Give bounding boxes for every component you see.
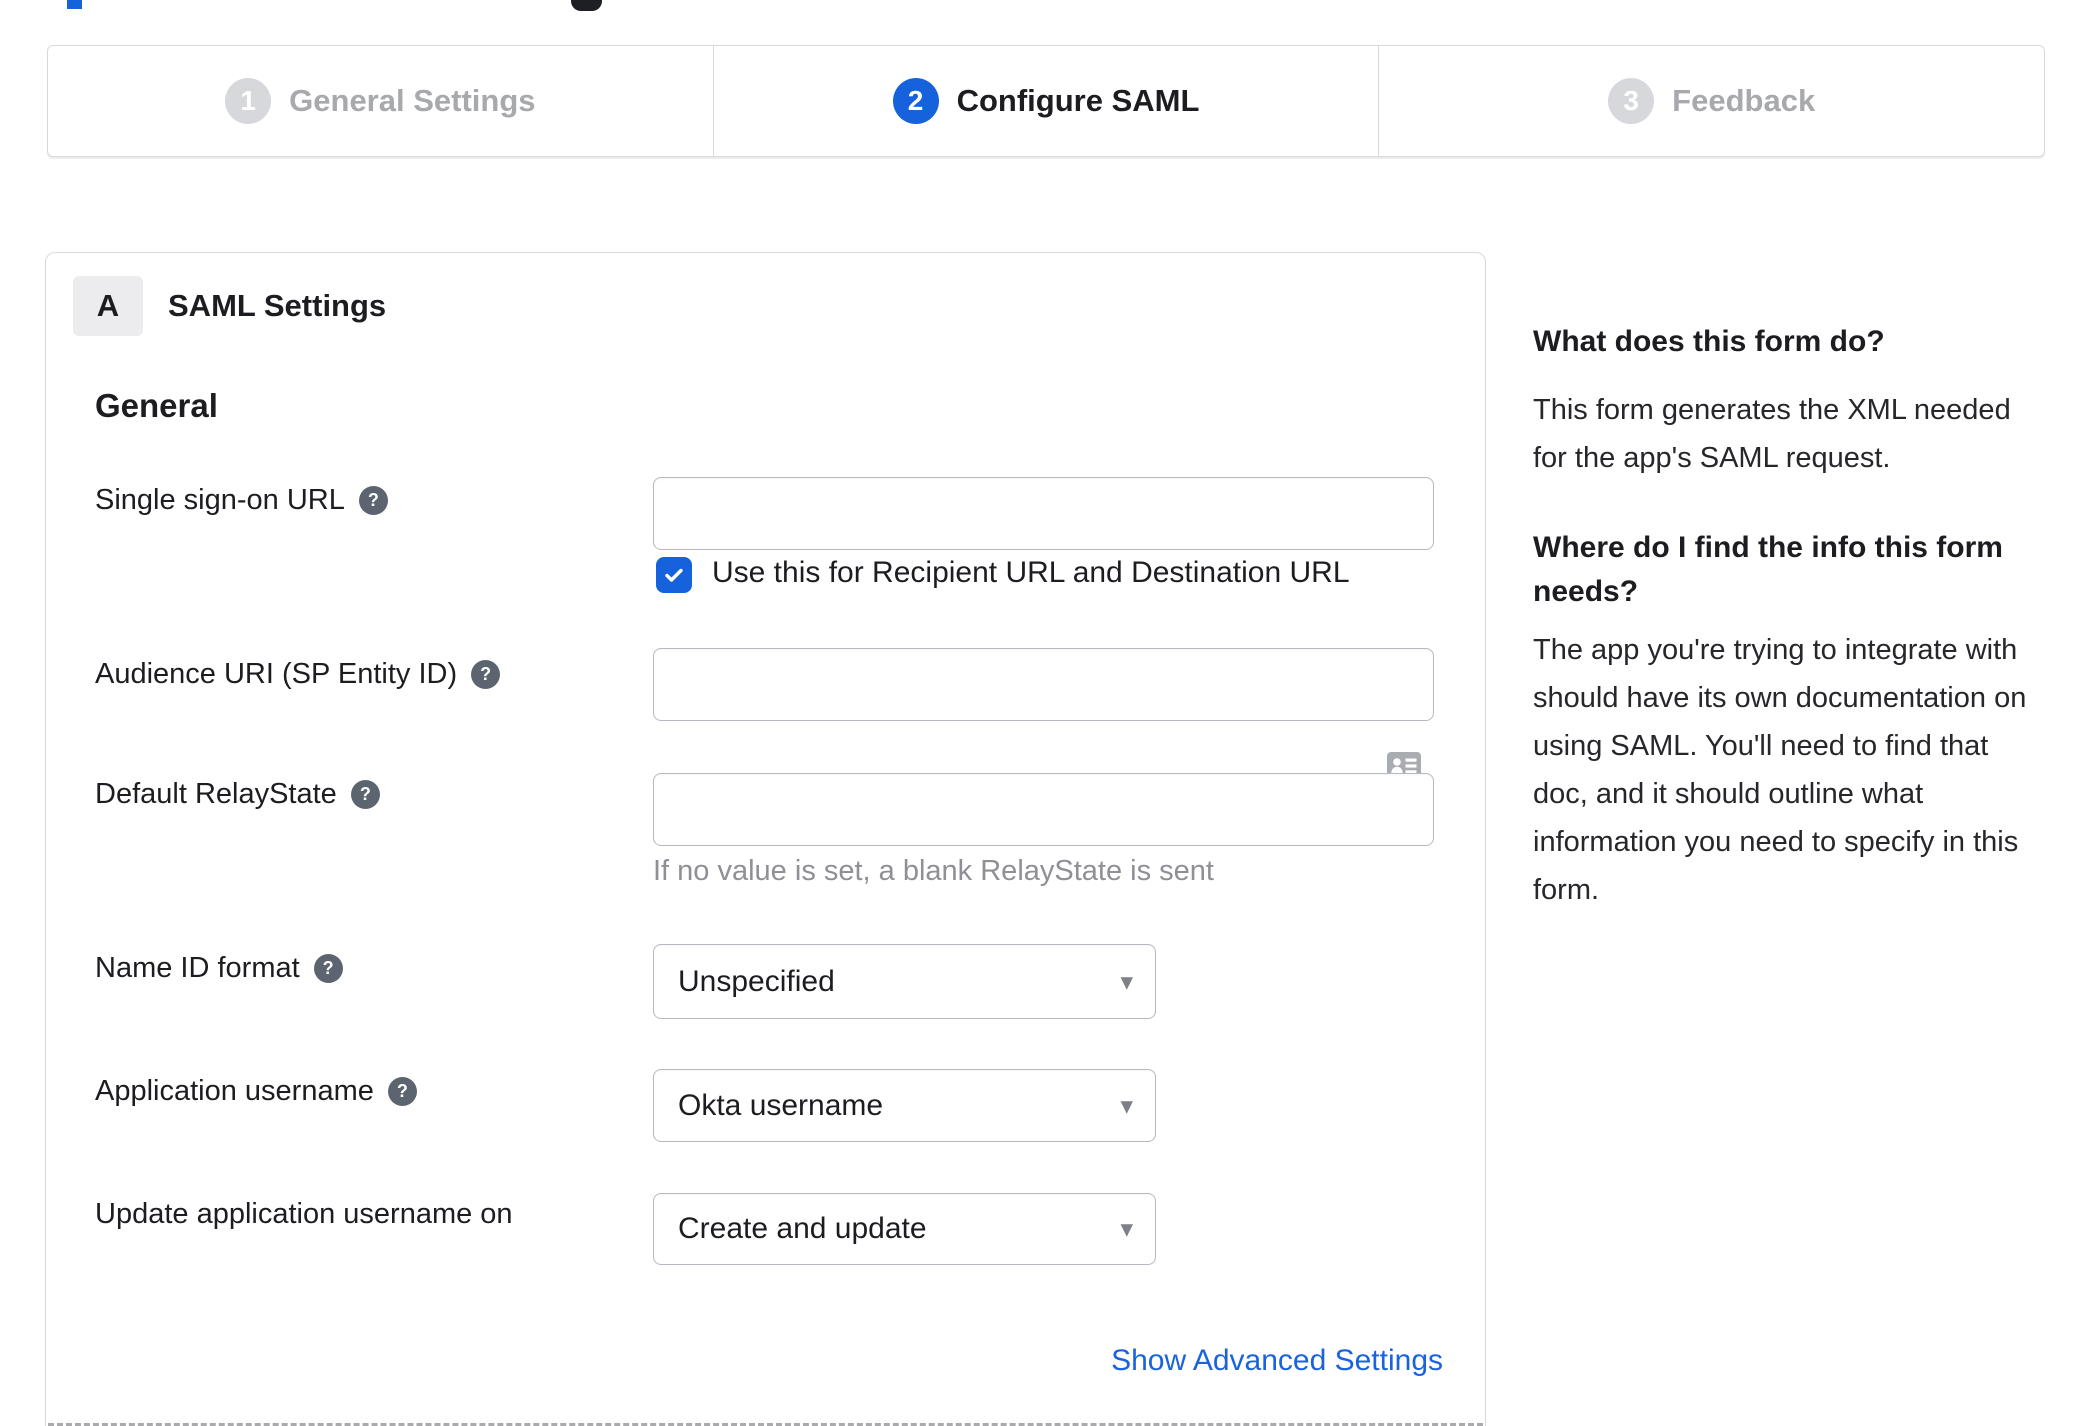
sso-url-label: Single sign-on URL — [95, 483, 345, 516]
name-id-format-label: Name ID format — [95, 951, 300, 984]
step-3-label: Feedback — [1672, 83, 1816, 118]
step-1-number: 1 — [240, 85, 256, 116]
help-heading-where: Where do I find the info this form needs… — [1533, 531, 2003, 608]
audience-uri-label: Audience URI (SP Entity ID) — [95, 657, 458, 690]
help-heading-what: What does this form do? — [1533, 325, 1885, 358]
chevron-down-icon: ▾ — [1120, 967, 1133, 996]
chevron-down-icon: ▾ — [1120, 1091, 1133, 1120]
update-username-select[interactable]: Create and update ▾ — [653, 1193, 1156, 1265]
step-3-number: 3 — [1623, 85, 1639, 116]
cutoff-dark-icon-fragment — [571, 0, 602, 11]
relay-state-hint: If no value is set, a blank RelayState i… — [653, 854, 1214, 887]
step-2-number-badge: 2 — [892, 78, 939, 124]
relay-state-label-row: Default RelayState ? — [95, 774, 380, 814]
step-configure-saml[interactable]: 2 Configure SAML — [712, 46, 1379, 156]
step-general-settings[interactable]: 1 General Settings — [48, 46, 713, 156]
name-id-format-value: Unspecified — [678, 964, 835, 998]
relay-state-input[interactable] — [653, 773, 1434, 846]
update-username-label-row: Update application username on — [95, 1194, 513, 1234]
wizard-stepper: 1 General Settings 2 Configure SAML 3 Fe… — [47, 45, 2045, 157]
relay-state-help-icon[interactable]: ? — [350, 779, 380, 809]
help-paragraph-what: This form generates the XML needed for t… — [1533, 394, 2011, 474]
step-1-number-badge: 1 — [225, 78, 272, 124]
panel-title: SAML Settings — [168, 288, 387, 323]
sso-url-help-icon[interactable]: ? — [358, 485, 388, 515]
update-username-label: Update application username on — [95, 1197, 513, 1230]
sso-url-label-row: Single sign-on URL ? — [95, 480, 388, 520]
update-username-value: Create and update — [678, 1212, 927, 1245]
step-2-label: Configure SAML — [956, 83, 1200, 118]
show-advanced-settings-link[interactable]: Show Advanced Settings — [1111, 1341, 1443, 1381]
application-username-label-row: Application username ? — [95, 1071, 417, 1111]
name-id-format-help-icon[interactable]: ? — [313, 953, 343, 983]
chevron-down-icon: ▾ — [1120, 1215, 1133, 1243]
name-id-format-select[interactable]: Unspecified ▾ — [653, 944, 1156, 1019]
application-username-value: Okta username — [678, 1088, 884, 1122]
configure-saml-screen: 1 General Settings 2 Configure SAML 3 Fe… — [0, 0, 2092, 1426]
step-2-number: 2 — [907, 85, 924, 116]
recipient-url-checkbox[interactable] — [656, 557, 692, 593]
audience-uri-input[interactable] — [653, 648, 1434, 721]
help-paragraph-where: The app you're trying to integrate with … — [1533, 634, 2027, 906]
step-1-label: General Settings — [289, 83, 536, 118]
step-feedback[interactable]: 3 Feedback — [1378, 46, 2044, 156]
name-id-format-label-row: Name ID format ? — [95, 948, 343, 988]
sso-url-input[interactable] — [653, 477, 1434, 550]
audience-uri-label-row: Audience URI (SP Entity ID) ? — [95, 654, 501, 694]
step-3-number-badge: 3 — [1608, 78, 1655, 124]
application-username-label: Application username — [95, 1074, 374, 1107]
recipient-url-checkbox-label: Use this for Recipient URL and Destinati… — [712, 556, 1350, 589]
general-section-heading: General — [95, 387, 218, 424]
saml-settings-panel: A SAML Settings General Single sign-on U… — [45, 252, 1486, 1426]
section-a-badge: A — [73, 276, 143, 336]
help-sidebar: What does this form do? This form genera… — [1533, 252, 2038, 1352]
audience-uri-help-icon[interactable]: ? — [471, 659, 501, 689]
cutoff-blue-logo-fragment — [67, 0, 82, 9]
application-username-help-icon[interactable]: ? — [387, 1076, 417, 1106]
application-username-select[interactable]: Okta username ▾ — [653, 1069, 1156, 1142]
relay-state-label: Default RelayState — [95, 777, 337, 810]
checkmark-icon — [665, 568, 683, 582]
